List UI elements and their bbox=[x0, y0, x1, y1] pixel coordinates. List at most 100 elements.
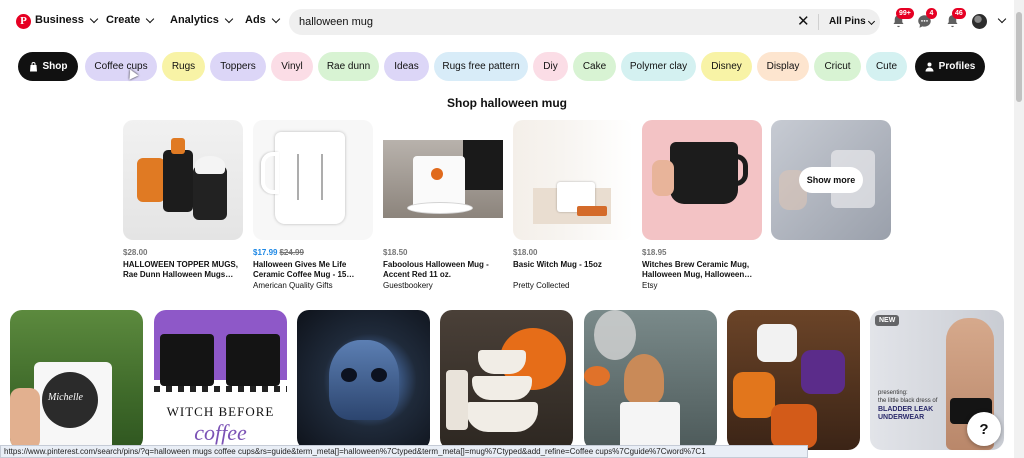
product-seller: Etsy bbox=[642, 281, 658, 290]
search-divider bbox=[818, 14, 819, 30]
pill-cricut[interactable]: Cricut bbox=[814, 52, 861, 81]
pill-display[interactable]: Display bbox=[757, 52, 809, 81]
nav-ads[interactable]: Ads bbox=[245, 14, 281, 26]
scrollbar-thumb[interactable] bbox=[1016, 12, 1022, 102]
product-card[interactable]: $18.50 Faboolous Halloween Mug - Accent … bbox=[383, 120, 503, 290]
pill-vinyl-label: Vinyl bbox=[281, 61, 303, 72]
clear-search-icon[interactable]: ✕ bbox=[797, 13, 810, 31]
witch-before-headline: WITCH BEFORE bbox=[166, 404, 275, 419]
product-card[interactable]: $28.00 HALLOWEEN TOPPER MUGS, Rae Dunn H… bbox=[123, 120, 243, 281]
search-scope-dropdown[interactable]: All Pins bbox=[829, 16, 875, 27]
product-image-topper-mugs[interactable] bbox=[123, 120, 243, 240]
show-more-button[interactable]: Show more bbox=[799, 167, 863, 193]
person-icon bbox=[925, 62, 934, 71]
nav-business-label: Business bbox=[35, 14, 84, 26]
pill-vinyl[interactable]: Vinyl bbox=[271, 52, 313, 81]
product-title[interactable]: HALLOWEEN TOPPER MUGS, Rae Dunn Hallowee… bbox=[123, 260, 243, 280]
product-title[interactable]: Basic Witch Mug - 15oz bbox=[513, 260, 633, 280]
pill-cute-label: Cute bbox=[875, 61, 898, 72]
product-price: $18.50 bbox=[383, 248, 408, 257]
pill-coffee-cups-label: Coffee cups bbox=[94, 61, 148, 72]
product-card[interactable]: $18.95 Witches Brew Ceramic Mug, Hallowe… bbox=[642, 120, 762, 290]
pin-michelle-mug[interactable]: Michelle bbox=[10, 310, 143, 450]
account-chevron-down-icon[interactable] bbox=[997, 14, 1007, 24]
pill-rae-dunn[interactable]: Rae dunn bbox=[318, 52, 379, 81]
pill-toppers[interactable]: Toppers bbox=[210, 52, 266, 81]
product-price: $18.95 bbox=[642, 248, 667, 257]
nav-analytics-label: Analytics bbox=[170, 14, 219, 26]
chevron-down-icon bbox=[89, 14, 99, 23]
product-image-faboolous-mug[interactable] bbox=[383, 120, 503, 240]
search-bar[interactable]: halloween mug ✕ All Pins bbox=[289, 9, 880, 35]
product-title[interactable]: Faboolous Halloween Mug - Accent Red 11 … bbox=[383, 260, 503, 280]
pill-coffee-cups[interactable]: Coffee cups bbox=[85, 52, 157, 81]
pin-pumpkin-bowls[interactable] bbox=[440, 310, 573, 450]
pill-cute[interactable]: Cute bbox=[866, 52, 907, 81]
search-input[interactable]: halloween mug bbox=[299, 16, 373, 28]
show-more-image[interactable]: Show more bbox=[771, 120, 891, 240]
nav-create[interactable]: Create bbox=[106, 14, 155, 26]
pill-ideas[interactable]: Ideas bbox=[384, 52, 429, 81]
pill-profiles[interactable]: Profiles bbox=[915, 52, 985, 81]
pinterest-logo[interactable]: P bbox=[16, 14, 31, 29]
product-title[interactable]: Witches Brew Ceramic Mug, Halloween Mug,… bbox=[642, 260, 762, 280]
pill-cake[interactable]: Cake bbox=[573, 52, 616, 81]
pill-rugs[interactable]: Rugs bbox=[162, 52, 205, 81]
show-more-card[interactable]: Show more bbox=[771, 120, 891, 240]
ad-presenting-text: presenting: bbox=[878, 390, 908, 396]
chevron-down-icon bbox=[867, 17, 875, 26]
pill-rugs-free-pattern-label: Rugs free pattern bbox=[442, 61, 520, 72]
product-title[interactable]: Halloween Gives Me Life Ceramic Coffee M… bbox=[253, 260, 373, 280]
product-price: $17.99 $24.99 bbox=[253, 248, 373, 258]
shop-section-title: Shop halloween mug bbox=[446, 96, 567, 110]
product-seller: Pretty Collected bbox=[513, 281, 570, 290]
messages-badge: 4 bbox=[926, 8, 937, 19]
search-scope-label: All Pins bbox=[829, 16, 866, 27]
pill-profiles-label: Profiles bbox=[938, 61, 976, 72]
top-header: P Business Create Analytics Ads hallowee… bbox=[0, 0, 1014, 44]
pill-disney[interactable]: Disney bbox=[701, 52, 752, 81]
avatar[interactable] bbox=[972, 14, 987, 29]
pin-skull-mug[interactable] bbox=[297, 310, 430, 450]
nav-business[interactable]: Business bbox=[35, 14, 99, 26]
ad-tagline-text: the little black dress of bbox=[878, 398, 938, 404]
product-card[interactable]: $18.00 Basic Witch Mug - 15oz Pretty Col… bbox=[513, 120, 633, 290]
pill-diy-label: Diy bbox=[543, 61, 558, 72]
pill-polymer-clay[interactable]: Polymer clay bbox=[621, 52, 696, 81]
pill-rugs-label: Rugs bbox=[171, 61, 196, 72]
product-image-basic-witch-mug[interactable] bbox=[513, 120, 633, 240]
nav-analytics[interactable]: Analytics bbox=[170, 14, 234, 26]
pill-rugs-free-pattern[interactable]: Rugs free pattern bbox=[434, 52, 528, 81]
notifications-badge: 99+ bbox=[896, 8, 914, 19]
alerts-badge: 46 bbox=[952, 8, 966, 19]
page-scrollbar[interactable] bbox=[1014, 0, 1024, 458]
pill-diy[interactable]: Diy bbox=[533, 52, 568, 81]
help-button[interactable]: ? bbox=[967, 412, 1001, 446]
pill-polymer-clay-label: Polymer clay bbox=[629, 61, 688, 72]
ad-title-text: BLADDER LEAK UNDERWEAR bbox=[878, 406, 934, 421]
pill-cake-label: Cake bbox=[582, 61, 607, 72]
pill-shop[interactable]: Shop bbox=[18, 52, 78, 81]
shopping-bag-icon bbox=[29, 61, 37, 71]
product-seller: American Quality Gifts bbox=[253, 281, 333, 290]
pin-witch-latte[interactable] bbox=[584, 310, 717, 450]
notifications-button[interactable]: 99+ bbox=[891, 8, 914, 29]
messages-button[interactable]: 4 bbox=[917, 8, 937, 29]
product-image-gives-me-life-mug[interactable] bbox=[253, 120, 373, 240]
pin-witch-before-coffee[interactable]: WITCH BEFORE coffee bbox=[154, 310, 287, 450]
product-seller: Guestbookery bbox=[383, 281, 433, 290]
nav-create-label: Create bbox=[106, 14, 141, 26]
sale-price: $17.99 bbox=[253, 248, 278, 257]
pill-cricut-label: Cricut bbox=[824, 61, 851, 72]
new-badge: NEW bbox=[875, 315, 900, 326]
logo-letter: P bbox=[20, 15, 27, 27]
pill-rae-dunn-label: Rae dunn bbox=[326, 61, 371, 72]
pill-toppers-label: Toppers bbox=[220, 61, 256, 72]
product-card[interactable]: $17.99 $24.99 Halloween Gives Me Life Cer… bbox=[253, 120, 373, 290]
original-price: $24.99 bbox=[279, 248, 304, 257]
status-bar-url: https://www.pinterest.com/search/pins/?q… bbox=[0, 445, 808, 458]
pin-halloween-mugs-set[interactable] bbox=[727, 310, 860, 450]
alerts-button[interactable]: 46 bbox=[945, 8, 966, 29]
product-image-witches-brew-mug[interactable] bbox=[642, 120, 762, 240]
mug-name-text: Michelle bbox=[48, 392, 83, 403]
